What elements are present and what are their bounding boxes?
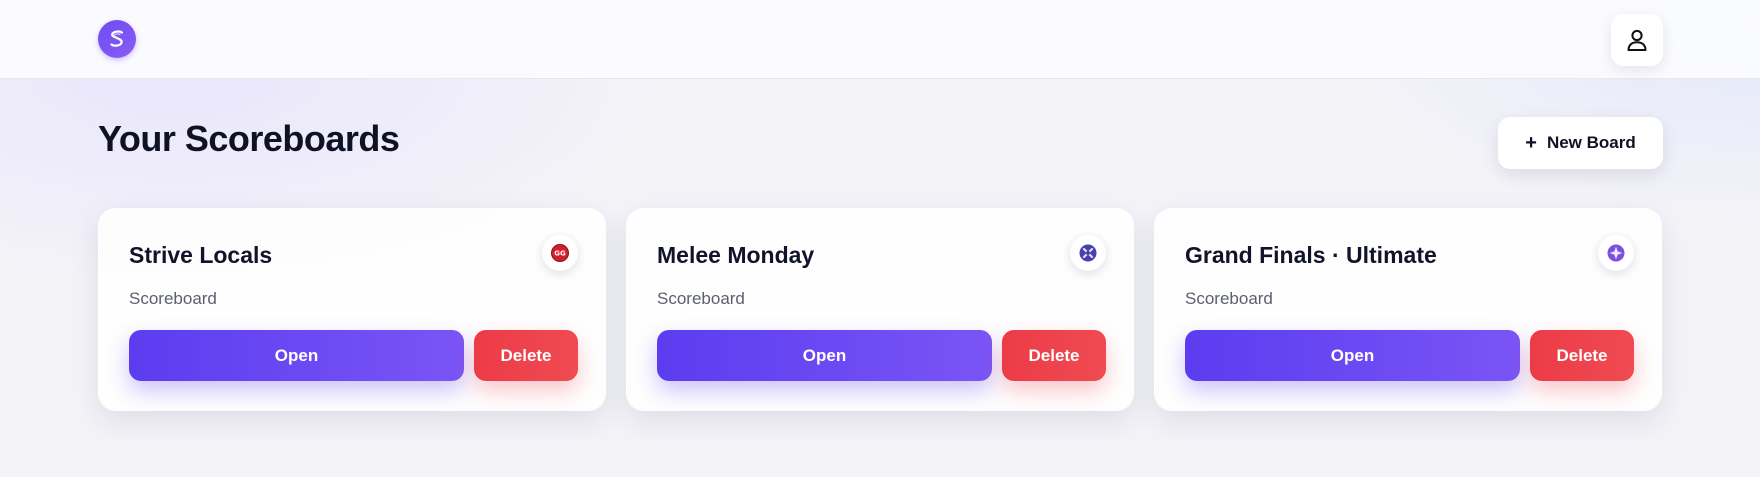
card-title: Melee Monday [657, 242, 815, 268]
delete-button[interactable]: Delete [1002, 330, 1106, 381]
card-subtitle: Scoreboard [1185, 289, 1273, 308]
profile-button[interactable] [1611, 14, 1663, 66]
svg-text:GG: GG [554, 250, 566, 258]
new-board-button[interactable]: + New Board [1498, 117, 1663, 169]
user-icon [1627, 29, 1647, 51]
card-title: Grand Finals · Ultimate [1185, 242, 1437, 268]
card-subtitle: Scoreboard [129, 289, 217, 308]
scoreboard-card: Strive Locals Scoreboard GG Open Delete [98, 208, 606, 411]
app-logo-icon[interactable] [98, 20, 136, 58]
card-title: Strive Locals [129, 242, 273, 268]
delete-button[interactable]: Delete [1530, 330, 1634, 381]
page-title: Your Scoreboards [98, 118, 400, 159]
open-button[interactable]: Open [657, 330, 992, 381]
smash-ultimate-icon [1598, 235, 1634, 271]
guilty-gear-icon: GG [542, 235, 578, 271]
open-button[interactable]: Open [129, 330, 464, 381]
s-logo-icon [110, 30, 124, 47]
plus-icon: + [1525, 132, 1537, 154]
scoreboard-card: Melee Monday Scoreboard Open Delete [626, 208, 1134, 411]
new-board-label: New Board [1546, 133, 1636, 152]
delete-button[interactable]: Delete [474, 330, 578, 381]
scoreboard-card: Grand Finals · Ultimate Scoreboard Open … [1154, 208, 1662, 411]
card-subtitle: Scoreboard [657, 289, 745, 308]
top-bar [0, 0, 1760, 79]
open-button[interactable]: Open [1185, 330, 1520, 381]
smash-melee-icon [1070, 235, 1106, 271]
